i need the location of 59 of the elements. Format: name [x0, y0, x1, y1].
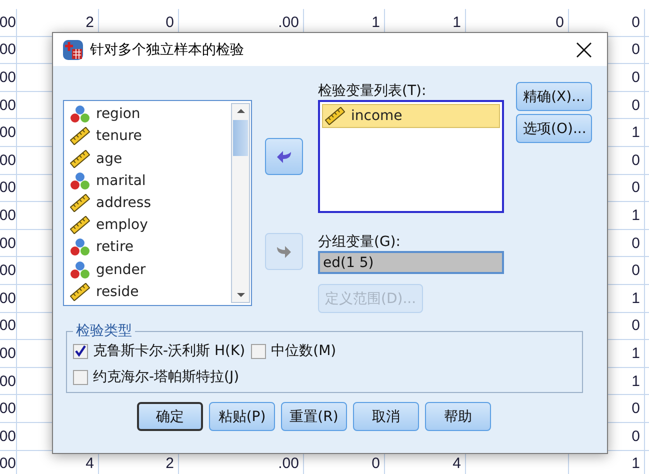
table-cell: 00	[0, 64, 17, 92]
table-cell: 00	[0, 422, 17, 450]
dialog-button[interactable]: 确定	[137, 402, 203, 431]
checkbox-label: 克鲁斯卡尔-沃利斯 H(K)	[93, 342, 246, 360]
table-cell: 00	[0, 312, 17, 340]
table-cell: 00	[0, 146, 17, 175]
checkbox-label: 中位数(M)	[271, 342, 336, 360]
checkbox[interactable]	[73, 344, 88, 358]
window-title: 针对多个独立样本的检验	[90, 40, 245, 58]
checkbox[interactable]	[73, 370, 88, 384]
right-arrow-icon	[276, 244, 292, 258]
dialog-button[interactable]: 帮助	[425, 402, 491, 431]
ruler-icon	[325, 107, 345, 126]
field-label: 分组变量(G):	[318, 233, 402, 251]
table-cell: 00	[0, 284, 17, 313]
table-cell: 00	[0, 368, 17, 396]
table-cell: 00	[0, 450, 17, 474]
checkbox[interactable]	[251, 344, 266, 358]
table-cell: 00	[0, 36, 17, 64]
list-item[interactable]: region	[96, 106, 140, 122]
table-cell: 00	[0, 257, 17, 285]
group-title: 检验类型	[75, 322, 133, 340]
move-button[interactable]	[265, 138, 303, 175]
list-item[interactable]: tenure	[96, 128, 142, 144]
list-item[interactable]: reside	[96, 284, 139, 300]
list-label: 检验变量列表(T):	[318, 82, 428, 100]
table-cell: 00	[0, 174, 17, 202]
checkbox-label: 约克海尔-塔帕斯特拉(J)	[93, 368, 240, 386]
side-button[interactable]: 精确(X)...	[516, 82, 592, 111]
nominal-icon	[70, 172, 90, 190]
left-arrow-icon	[276, 150, 292, 164]
list-item[interactable]: employ	[96, 217, 148, 234]
side-button[interactable]: 选项(O)...	[516, 114, 592, 143]
nominal-icon	[70, 105, 90, 124]
scrollbar[interactable]	[231, 103, 250, 303]
table-cell: 00	[0, 92, 17, 120]
nominal-icon	[70, 238, 90, 256]
variable-list[interactable]: region tenure age marital address employ retire gender reside	[63, 100, 252, 306]
table-cell: 00	[0, 395, 17, 423]
scrollbar-thumb[interactable]	[233, 120, 248, 156]
dialog-button[interactable]: 取消	[353, 402, 419, 431]
nominal-icon	[70, 260, 90, 279]
list-item[interactable]: marital	[96, 172, 146, 189]
list-item[interactable]: age	[96, 150, 122, 167]
list-item[interactable]: income	[351, 108, 402, 124]
test-variable-list[interactable]: income	[318, 100, 504, 213]
list-item[interactable]: address	[96, 194, 152, 211]
dialog-button[interactable]: 粘贴(P)	[209, 402, 275, 431]
list-item[interactable]: gender	[96, 262, 146, 278]
table-cell: 00	[0, 202, 17, 230]
close-icon[interactable]	[575, 40, 593, 58]
table-cell: 00	[0, 230, 17, 258]
app-icon	[62, 38, 84, 60]
table-cell: 00	[0, 9, 17, 37]
list-item[interactable]: retire	[96, 239, 134, 256]
table-cell: 00	[0, 340, 17, 368]
dialog-button[interactable]: 重置(R)	[281, 402, 347, 431]
table-cell: 00	[0, 119, 17, 147]
grouping-field[interactable]: ed(1 5)	[318, 251, 504, 274]
